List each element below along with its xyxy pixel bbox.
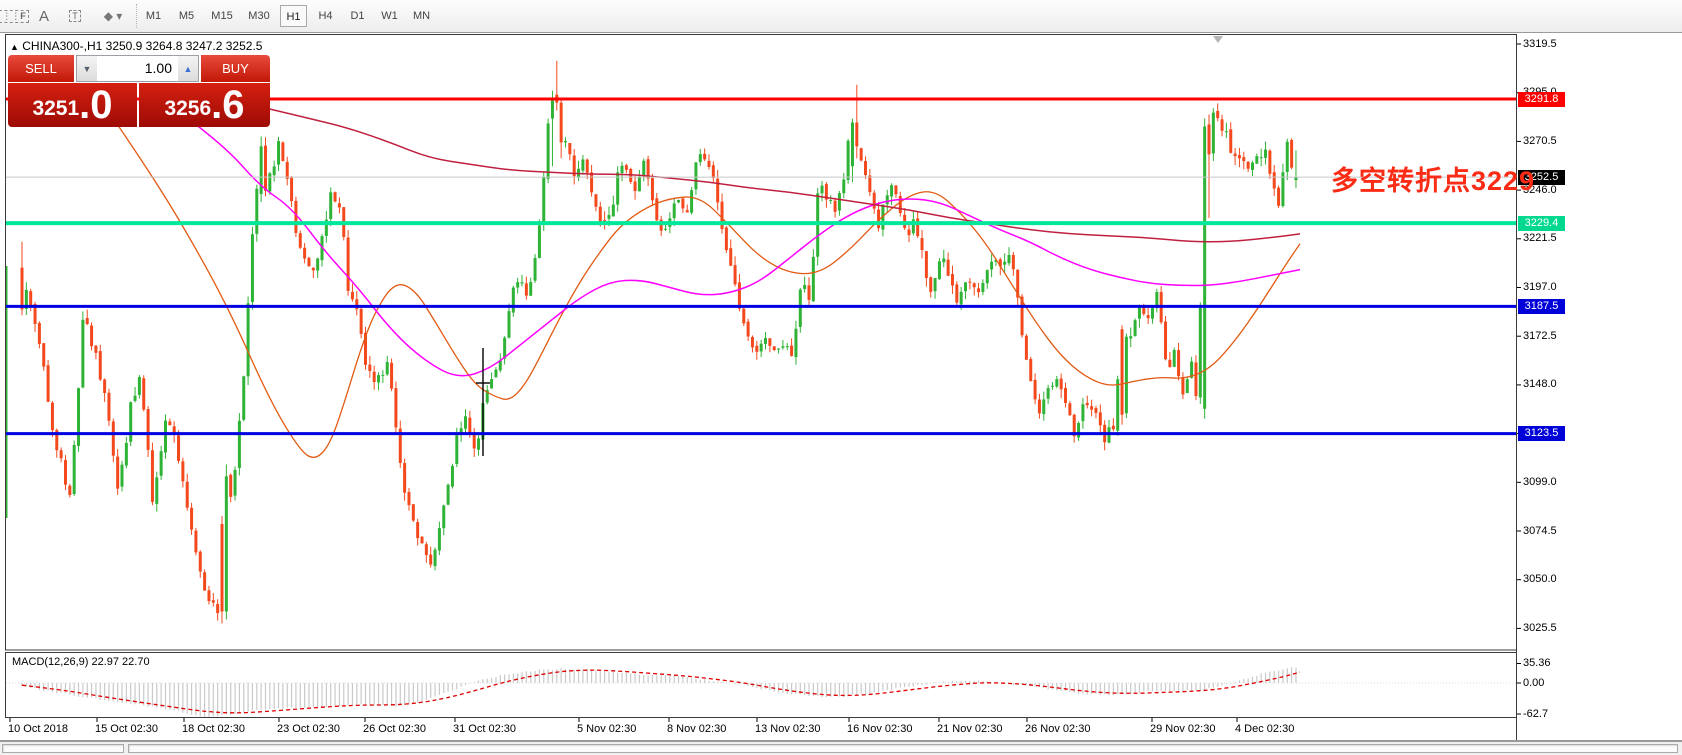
price-axis-tick: 3319.5 bbox=[1523, 38, 1557, 50]
horizontal-scrollbar[interactable] bbox=[128, 744, 1678, 753]
text-icon[interactable]: A bbox=[32, 4, 56, 28]
macd-axis-tick: 35.36 bbox=[1523, 657, 1551, 669]
price-axis-tick: 3148.0 bbox=[1523, 378, 1557, 390]
price-axis-tick: 3197.0 bbox=[1523, 281, 1557, 293]
one-click-trading-panel: SELL ▼ 1.00 ▲ BUY 3251.0 3256.6 bbox=[8, 55, 270, 127]
ohlc-values: 3250.9 3264.8 3247.2 3252.5 bbox=[106, 39, 263, 53]
date-axis-label: 23 Oct 02:30 bbox=[277, 723, 340, 735]
price-axis-tick: 3221.5 bbox=[1523, 232, 1557, 244]
sell-price-main: 3251 bbox=[32, 94, 79, 124]
price-axis-tick: 3099.0 bbox=[1523, 476, 1557, 488]
date-axis-label: 16 Nov 02:30 bbox=[847, 723, 912, 735]
date-axis-label: 26 Oct 02:30 bbox=[363, 723, 426, 735]
macd-indicator-label: MACD(12,26,9) 22.97 22.70 bbox=[12, 656, 150, 668]
date-axis-label: 26 Nov 02:30 bbox=[1025, 723, 1090, 735]
date-axis-label: 18 Oct 02:30 bbox=[182, 723, 245, 735]
timeframe-button-m15[interactable]: M15 bbox=[206, 5, 238, 27]
price-axis-tick: 3172.5 bbox=[1523, 330, 1557, 342]
buy-price-display[interactable]: 3256.6 bbox=[139, 83, 270, 127]
price-axis-tick: 3074.5 bbox=[1523, 525, 1557, 537]
buy-button[interactable]: BUY bbox=[201, 55, 270, 82]
date-axis-label: 4 Dec 02:30 bbox=[1235, 723, 1294, 735]
macd-axis-tick: 0.00 bbox=[1523, 677, 1544, 689]
chart-title: ▲ CHINA300-,H1 3250.9 3264.8 3247.2 3252… bbox=[10, 39, 262, 53]
timeframe-button-h4[interactable]: H4 bbox=[312, 5, 339, 27]
volume-increase-icon[interactable]: ▲ bbox=[178, 56, 198, 81]
sell-button[interactable]: SELL bbox=[8, 55, 74, 82]
level-badge: 3187.5 bbox=[1518, 299, 1565, 314]
fibonacci-icon[interactable]: ⋮⋮F bbox=[2, 4, 26, 28]
date-axis-label: 29 Nov 02:30 bbox=[1150, 723, 1215, 735]
macd-axis-tick: -62.7 bbox=[1523, 708, 1548, 720]
collapse-marker-icon[interactable]: ▲ bbox=[10, 42, 19, 52]
level-badge: 3291.8 bbox=[1518, 92, 1565, 107]
date-axis-label: 21 Nov 02:30 bbox=[937, 723, 1002, 735]
date-axis-label: 15 Oct 02:30 bbox=[95, 723, 158, 735]
shapes-icon[interactable]: ◆ ▾ bbox=[94, 4, 132, 28]
buy-price-main: 3256 bbox=[164, 94, 211, 124]
timeframe-button-m5[interactable]: M5 bbox=[173, 5, 200, 27]
price-axis-tick: 3025.5 bbox=[1523, 622, 1557, 634]
timeframe-button-w1[interactable]: W1 bbox=[376, 5, 403, 27]
date-axis-label: 31 Oct 02:30 bbox=[453, 723, 516, 735]
date-axis-label: 5 Nov 02:30 bbox=[577, 723, 636, 735]
timeframe-button-d1[interactable]: D1 bbox=[344, 5, 371, 27]
date-axis-label: 8 Nov 02:30 bbox=[667, 723, 726, 735]
symbol-period-label: CHINA300-,H1 bbox=[22, 39, 102, 53]
date-axis-label: 10 Oct 2018 bbox=[8, 723, 68, 735]
timeframe-button-h1[interactable]: H1 bbox=[280, 5, 307, 27]
sell-price-display[interactable]: 3251.0 bbox=[8, 83, 137, 127]
volume-decrease-icon[interactable]: ▼ bbox=[77, 56, 97, 81]
level-badge: 3229.4 bbox=[1518, 216, 1565, 231]
timeframe-button-m30[interactable]: M30 bbox=[243, 5, 275, 27]
volume-input[interactable]: 1.00 bbox=[97, 56, 178, 81]
level-badge: 3123.5 bbox=[1518, 426, 1565, 441]
sell-price-pips: .0 bbox=[79, 86, 112, 124]
timeframe-button-m1[interactable]: M1 bbox=[140, 5, 167, 27]
bottom-status-strip bbox=[0, 741, 1682, 755]
buy-price-pips: .6 bbox=[211, 86, 244, 124]
top-toolbar: ⋮⋮F A T ◆ ▾ M1 M5 M15M30H1H4D1W1MN bbox=[0, 0, 1682, 33]
bottom-tab-slot[interactable] bbox=[2, 744, 124, 753]
volume-stepper: ▼ 1.00 ▲ bbox=[76, 55, 199, 82]
chart-text-annotation: 多空转折点3229 bbox=[1331, 159, 1535, 198]
price-axis-tick: 3050.0 bbox=[1523, 573, 1557, 585]
timeframe-button-mn[interactable]: MN bbox=[408, 5, 435, 27]
text-label-icon[interactable]: T bbox=[62, 4, 88, 28]
date-axis-label: 13 Nov 02:30 bbox=[755, 723, 820, 735]
price-axis-tick: 3270.5 bbox=[1523, 135, 1557, 147]
